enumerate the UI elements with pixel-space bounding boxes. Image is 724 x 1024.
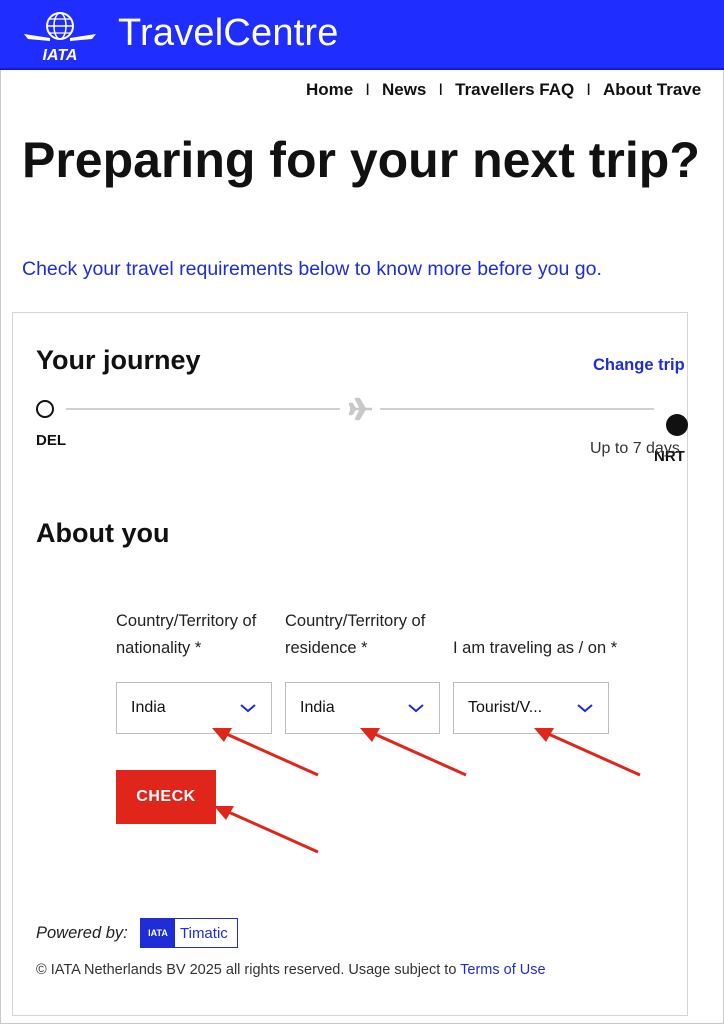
timatic-badge[interactable]: IATA Timatic	[140, 918, 238, 948]
top-nav: Home I News I Travellers FAQ I About Trave	[306, 80, 707, 100]
destination-marker-icon	[666, 414, 688, 436]
nav-separator: I	[586, 80, 591, 99]
change-trip-link[interactable]: Change trip	[593, 356, 685, 375]
brand-title[interactable]: TravelCentre	[118, 12, 339, 55]
site-header: IATA TravelCentre	[0, 0, 724, 70]
nav-news[interactable]: News	[382, 80, 426, 99]
select-value: Tourist/V...	[468, 699, 543, 716]
route-line	[380, 408, 654, 410]
label-line: residence *	[285, 639, 368, 657]
terms-of-use-link[interactable]: Terms of Use	[460, 962, 545, 978]
label-line: Country/Territory of	[116, 612, 257, 630]
nav-separator: I	[438, 80, 444, 99]
page-subtitle: Check your travel requirements below to …	[22, 258, 602, 280]
trip-duration: Up to 7 days	[590, 440, 680, 457]
residence-label: Country/Territory of residence *	[285, 608, 425, 662]
chevron-down-icon	[408, 704, 424, 713]
nav-separator: I	[365, 80, 370, 99]
label-line: nationality *	[116, 639, 202, 657]
iata-badge-logo: IATA	[141, 919, 175, 947]
logo-text: IATA	[43, 47, 78, 64]
nav-about[interactable]: About Trave	[603, 80, 701, 99]
nationality-label: Country/Territory of nationality *	[116, 608, 256, 662]
label-line: Country/Territory of	[285, 612, 426, 630]
select-value: India	[300, 699, 335, 716]
nav-travellers-faq[interactable]: Travellers FAQ	[455, 80, 574, 99]
about-heading: About you	[36, 518, 170, 548]
powered-by-label: Powered by:	[36, 924, 128, 942]
travel-purpose-label: I am traveling as / on *	[453, 635, 617, 662]
label-line: I am traveling as / on *	[453, 639, 618, 657]
journey-heading: Your journey	[36, 345, 201, 375]
nationality-select[interactable]: India	[116, 682, 272, 734]
chevron-down-icon	[577, 704, 593, 713]
origin-code: DEL	[36, 432, 66, 449]
select-value: India	[131, 699, 166, 716]
nav-home[interactable]: Home	[306, 80, 353, 99]
route-line	[66, 408, 340, 410]
page-title: Preparing for your next trip?	[22, 132, 700, 188]
origin-marker-icon	[36, 400, 54, 418]
timatic-label: Timatic	[180, 924, 228, 942]
travel-purpose-select[interactable]: Tourist/V...	[453, 682, 609, 734]
plane-icon	[348, 397, 372, 421]
chevron-down-icon	[240, 704, 256, 713]
iata-logo[interactable]: IATA	[22, 8, 98, 64]
residence-select[interactable]: India	[285, 682, 440, 734]
check-button[interactable]: CHECK	[116, 770, 216, 824]
journey-route: DEL NRT Up to 7 days	[36, 397, 696, 465]
copyright-text: © IATA Netherlands BV 2025 all rights re…	[36, 962, 461, 978]
footer: © IATA Netherlands BV 2025 all rights re…	[36, 962, 546, 978]
